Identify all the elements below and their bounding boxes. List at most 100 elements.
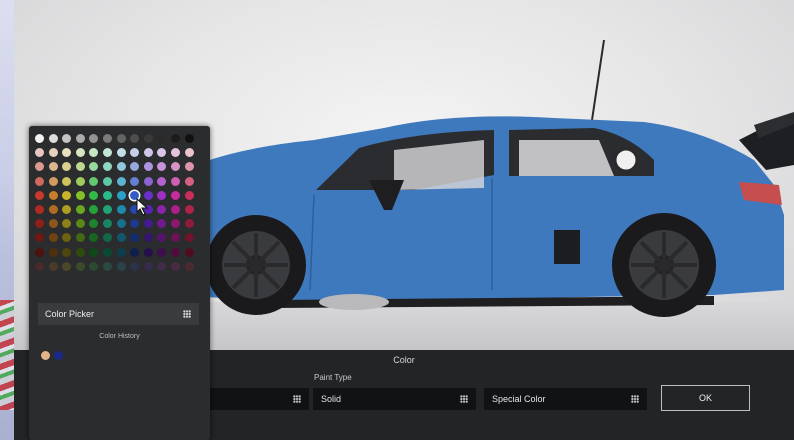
color-swatch[interactable] — [157, 162, 167, 172]
color-swatch[interactable] — [157, 219, 167, 229]
color-swatch[interactable] — [75, 247, 85, 257]
color-swatch[interactable] — [157, 233, 167, 243]
color-swatch[interactable] — [184, 134, 194, 143]
color-swatch[interactable] — [62, 162, 72, 172]
color-history-swatch[interactable] — [54, 351, 63, 360]
color-swatch[interactable] — [89, 261, 99, 271]
color-swatch[interactable] — [184, 190, 194, 200]
color-history-swatch[interactable] — [41, 351, 50, 360]
color-swatch[interactable] — [103, 134, 112, 143]
color-swatch[interactable] — [62, 233, 72, 243]
color-swatch[interactable] — [48, 261, 58, 271]
color-swatch[interactable] — [171, 190, 180, 200]
color-swatch[interactable] — [89, 134, 99, 143]
color-swatch[interactable] — [103, 205, 112, 214]
color-swatch[interactable] — [103, 247, 112, 257]
color-swatch[interactable] — [157, 176, 167, 186]
color-swatch[interactable] — [62, 134, 72, 143]
color-swatch[interactable] — [75, 148, 85, 158]
color-swatch[interactable] — [48, 148, 58, 158]
color-swatch[interactable] — [89, 190, 99, 200]
color-swatch[interactable] — [116, 176, 126, 186]
color-swatch[interactable] — [75, 162, 85, 172]
color-swatch[interactable] — [130, 261, 140, 271]
color-swatch[interactable] — [35, 261, 44, 271]
color-swatch[interactable] — [48, 190, 58, 200]
color-swatch[interactable] — [130, 134, 140, 143]
color-swatch[interactable] — [130, 176, 140, 186]
color-swatch[interactable] — [184, 261, 194, 271]
color-swatch[interactable] — [89, 148, 99, 158]
color-swatch[interactable] — [184, 176, 194, 186]
color-swatch[interactable] — [48, 247, 58, 257]
color-swatch[interactable] — [116, 190, 126, 200]
color-swatch[interactable] — [184, 233, 194, 243]
color-swatch[interactable] — [89, 176, 99, 186]
color-swatch[interactable] — [62, 176, 72, 186]
color-swatch[interactable] — [75, 176, 85, 186]
color-swatch[interactable] — [130, 162, 140, 172]
color-swatch[interactable] — [35, 233, 44, 243]
color-swatch[interactable] — [103, 261, 112, 271]
color-swatch[interactable] — [35, 176, 44, 186]
color-swatch[interactable] — [116, 134, 126, 143]
color-swatch[interactable] — [130, 247, 140, 257]
color-swatch[interactable] — [171, 233, 180, 243]
color-swatch[interactable] — [89, 247, 99, 257]
paint-type-select[interactable]: Solid — [313, 388, 476, 410]
color-swatch[interactable] — [89, 219, 99, 229]
color-swatch[interactable] — [184, 205, 194, 214]
color-swatch[interactable] — [171, 162, 180, 172]
color-swatch[interactable] — [35, 148, 44, 158]
color-swatch[interactable] — [143, 219, 153, 229]
color-picker-button[interactable]: Color Picker — [38, 303, 199, 325]
color-swatch[interactable] — [171, 176, 180, 186]
color-swatch[interactable] — [48, 134, 58, 143]
color-swatch[interactable] — [130, 233, 140, 243]
color-swatch[interactable] — [184, 219, 194, 229]
color-swatch[interactable] — [103, 148, 112, 158]
color-swatch[interactable] — [62, 205, 72, 214]
color-swatch[interactable] — [89, 233, 99, 243]
color-swatch[interactable] — [184, 162, 194, 172]
color-swatch[interactable] — [143, 162, 153, 172]
color-swatch[interactable] — [35, 190, 44, 200]
color-swatch[interactable] — [130, 148, 140, 158]
ok-button[interactable]: OK — [661, 385, 750, 411]
color-swatch[interactable] — [116, 205, 126, 214]
color-swatch[interactable] — [75, 134, 85, 143]
color-swatch[interactable] — [157, 134, 167, 143]
color-swatch[interactable] — [116, 219, 126, 229]
color-swatch[interactable] — [116, 233, 126, 243]
color-swatch[interactable] — [48, 233, 58, 243]
color-swatch[interactable] — [116, 247, 126, 257]
color-swatch[interactable] — [103, 176, 112, 186]
color-swatch[interactable] — [171, 247, 180, 257]
color-swatch[interactable] — [62, 190, 72, 200]
color-swatch[interactable] — [35, 162, 44, 172]
color-swatch[interactable] — [157, 247, 167, 257]
color-swatch[interactable] — [103, 190, 112, 200]
color-swatch[interactable] — [62, 219, 72, 229]
color-swatch[interactable] — [35, 205, 44, 214]
color-swatch[interactable] — [103, 233, 112, 243]
color-swatch[interactable] — [143, 176, 153, 186]
color-swatch[interactable] — [48, 205, 58, 214]
color-swatch[interactable] — [48, 162, 58, 172]
color-swatch[interactable] — [157, 261, 167, 271]
color-swatch[interactable] — [130, 219, 140, 229]
color-swatch[interactable] — [48, 219, 58, 229]
color-swatch[interactable] — [103, 219, 112, 229]
color-swatch[interactable] — [171, 219, 180, 229]
color-swatch[interactable] — [116, 148, 126, 158]
color-swatch[interactable] — [157, 190, 167, 200]
color-swatch[interactable] — [48, 176, 58, 186]
color-swatch[interactable] — [35, 219, 44, 229]
color-swatch[interactable] — [89, 162, 99, 172]
color-swatch[interactable] — [89, 205, 99, 214]
color-swatch[interactable] — [157, 205, 167, 214]
color-swatch[interactable] — [143, 247, 153, 257]
color-swatch[interactable] — [143, 134, 153, 143]
color-select-field[interactable] — [209, 388, 309, 410]
color-swatch[interactable] — [75, 219, 85, 229]
